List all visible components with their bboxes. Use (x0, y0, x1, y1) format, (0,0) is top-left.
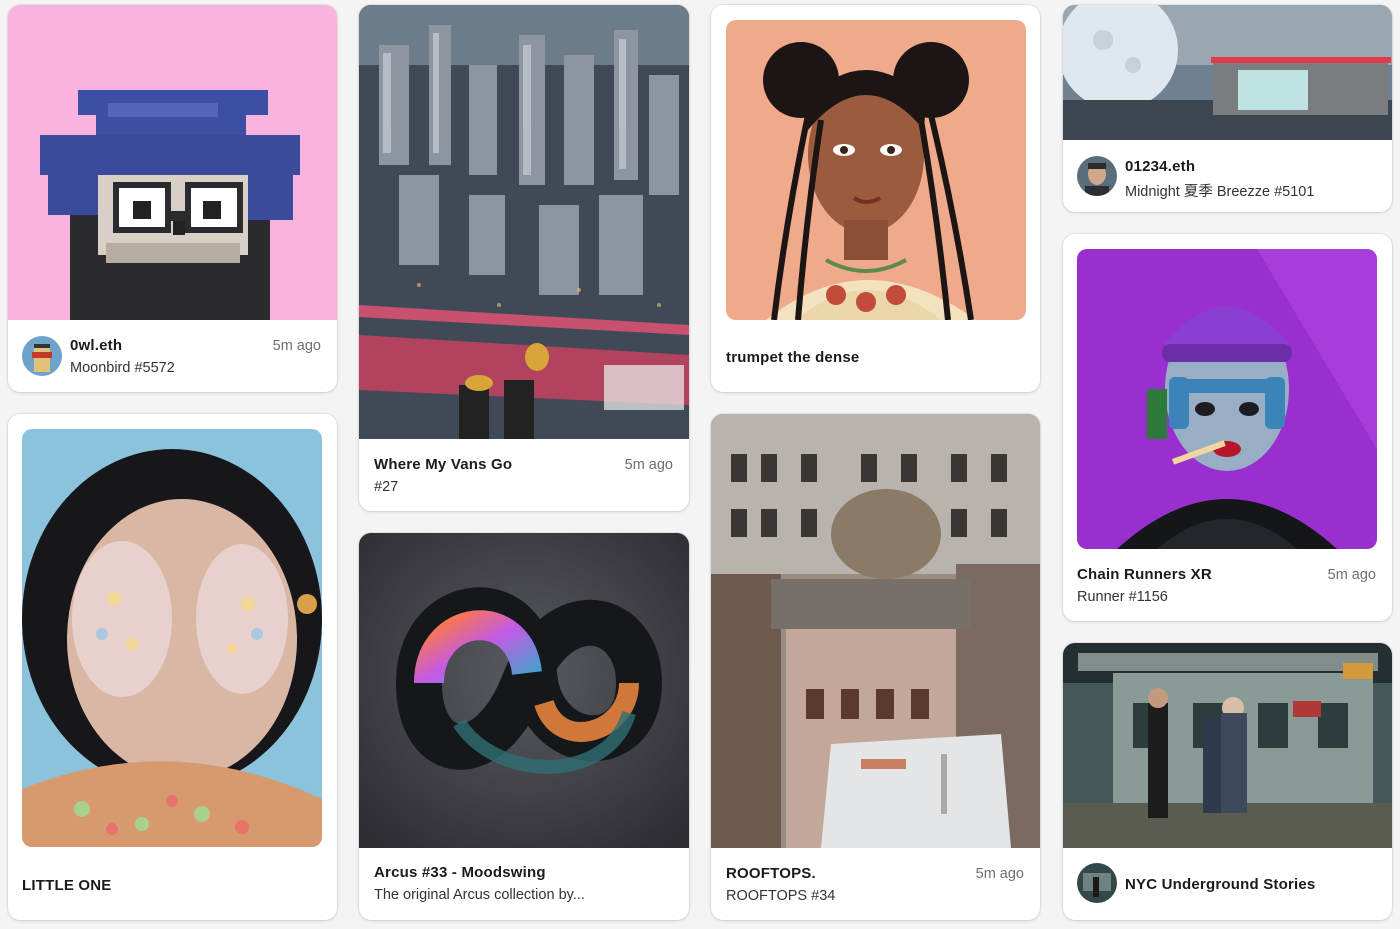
abstract-swirl-render-image (359, 533, 689, 848)
nft-card-rooftops[interactable]: ROOFTOPS. ROOFTOPS #34 5m ago (711, 414, 1040, 920)
card-subtitle: ROOFTOPS #34 (726, 888, 836, 904)
card-title[interactable]: 01234.eth (1125, 158, 1195, 175)
card-timestamp: 5m ago (272, 338, 321, 354)
nft-card-moonbird[interactable]: 0wl.eth Moonbird #5572 5m ago (8, 5, 337, 392)
card-title[interactable]: Chain Runners XR (1077, 566, 1212, 583)
rooftop-photo-image (711, 414, 1040, 848)
nft-card-trumpet[interactable]: trumpet the dense (711, 5, 1040, 392)
card-subtitle: Runner #1156 (1077, 589, 1168, 605)
card-subtitle: Midnight 夏季 Breezze #5101 (1125, 184, 1315, 200)
surreal-girl-painting-image (22, 429, 322, 847)
cyborg-portrait-art-image (1077, 249, 1377, 549)
illustrated-girl-portrait-image (726, 20, 1026, 320)
card-title[interactable]: 0wl.eth (70, 337, 122, 354)
nft-card-midnight[interactable]: 01234.eth Midnight 夏季 Breezze #5101 (1063, 5, 1392, 212)
neon-diner-moon-art-image (1063, 5, 1392, 140)
card-timestamp: 5m ago (1327, 567, 1376, 583)
punk-avatar[interactable] (22, 336, 62, 376)
subway-avatar[interactable] (1077, 863, 1117, 903)
card-subtitle: Moonbird #5572 (70, 360, 175, 376)
city-aerial-photo-image (359, 5, 689, 439)
card-title[interactable]: LITTLE ONE (22, 877, 112, 894)
nft-card-vans[interactable]: Where My Vans Go #27 5m ago (359, 5, 689, 511)
pixel-owl-art-image (8, 5, 337, 320)
card-title[interactable]: ROOFTOPS. (726, 865, 816, 882)
card-title[interactable]: Where My Vans Go (374, 456, 512, 473)
card-title[interactable]: Arcus #33 - Moodswing (374, 864, 546, 881)
card-timestamp: 5m ago (624, 457, 673, 473)
card-subtitle: The original Arcus collection by... (374, 887, 585, 903)
card-title[interactable]: NYC Underground Stories (1125, 876, 1315, 893)
subway-photo-image (1063, 643, 1392, 848)
card-timestamp: 5m ago (975, 866, 1024, 882)
man-avatar[interactable] (1077, 156, 1117, 196)
nft-card-nyc[interactable]: NYC Underground Stories (1063, 643, 1392, 920)
nft-card-chainrunners[interactable]: Chain Runners XR Runner #1156 5m ago (1063, 234, 1392, 621)
nft-card-arcus[interactable]: Arcus #33 - Moodswing The original Arcus… (359, 533, 689, 920)
nft-card-littleone[interactable]: LITTLE ONE (8, 414, 337, 920)
card-title[interactable]: trumpet the dense (726, 349, 859, 366)
card-subtitle: #27 (374, 479, 399, 495)
